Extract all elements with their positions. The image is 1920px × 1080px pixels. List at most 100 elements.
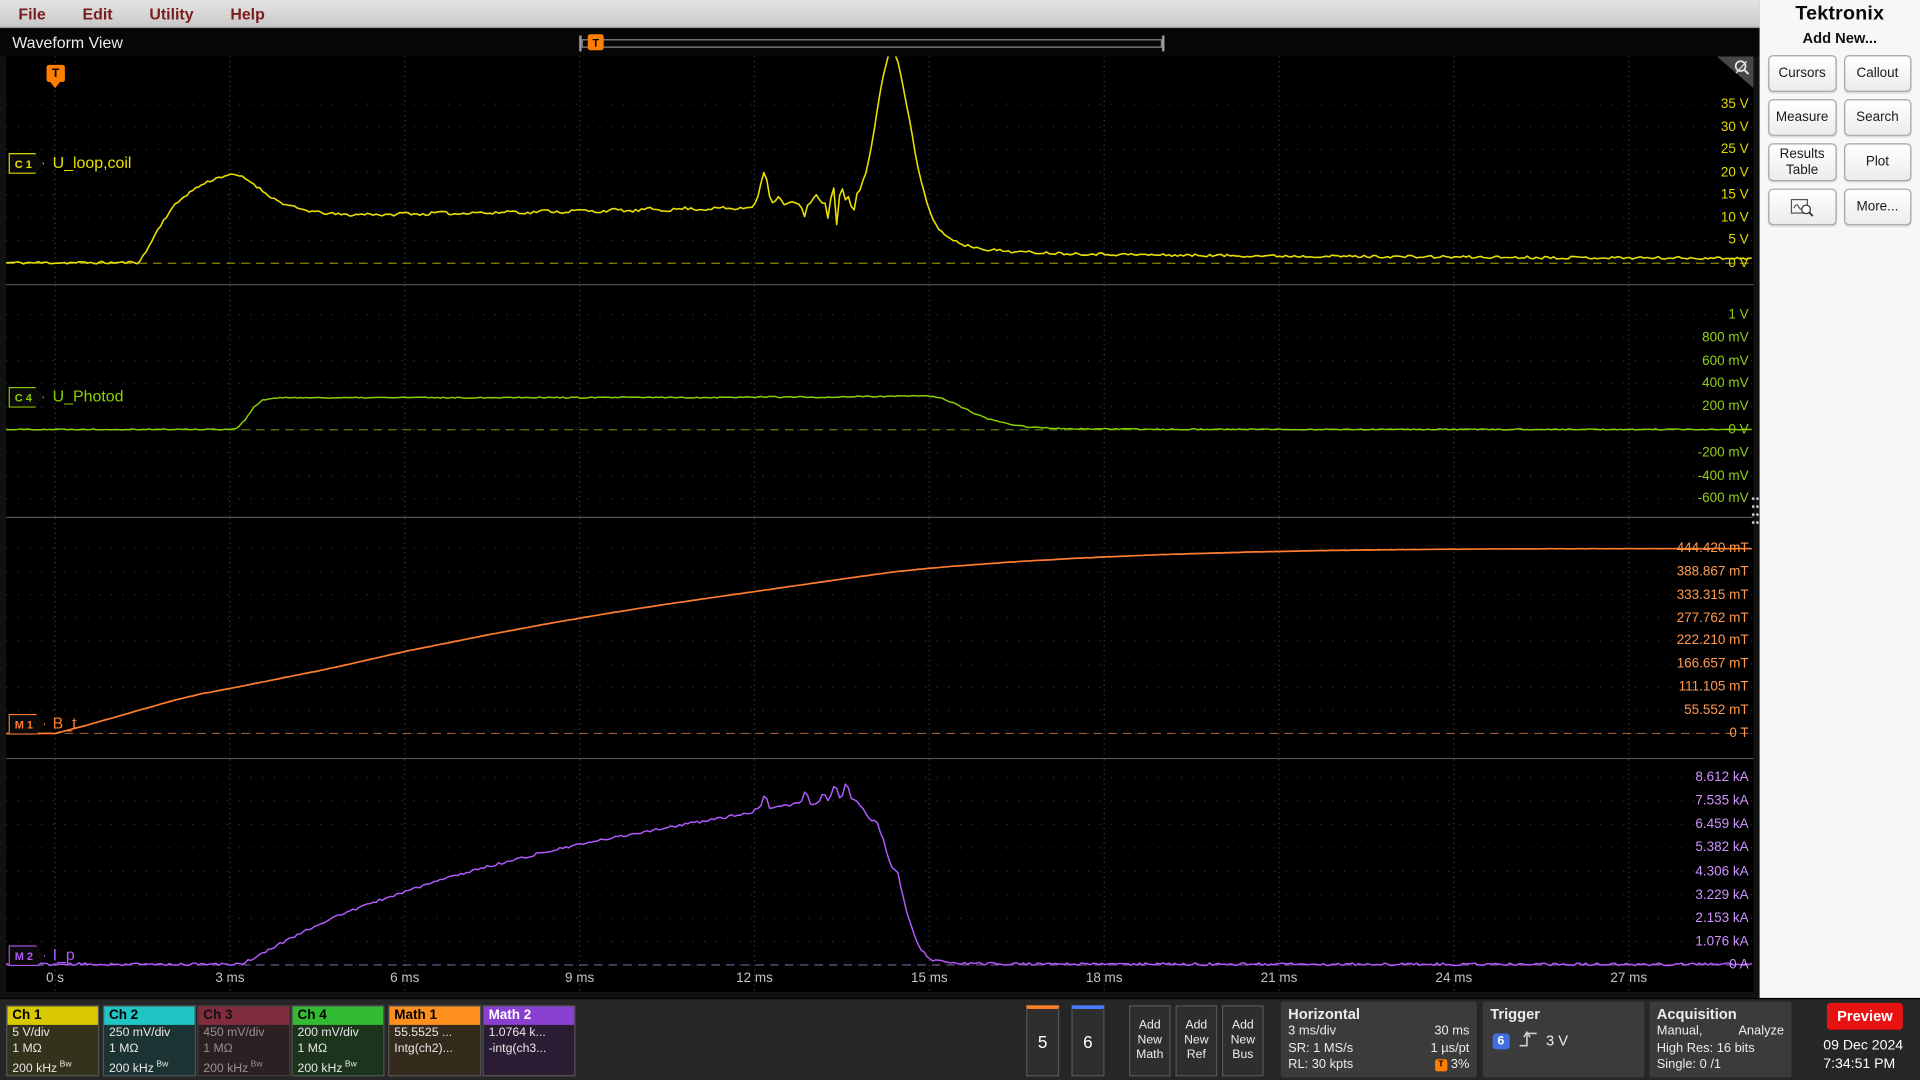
badge-bandwidth: 200 kHz Bw: [12, 1060, 72, 1076]
badge-bandwidth: 200 kHz Bw: [297, 1060, 357, 1076]
scale-tick-m1: 55.552 mT: [1684, 702, 1749, 718]
add-new-math[interactable]: Add New Math: [1128, 1005, 1171, 1077]
scale-tick-ch4: 200 mV: [1702, 399, 1749, 415]
trace-label-m2: I_p: [52, 945, 75, 964]
record-view-track: [581, 39, 1163, 48]
trace-label-ch1: U_loop,coil: [52, 153, 132, 172]
sidebar-button-plot[interactable]: Plot: [1843, 143, 1912, 182]
scale-tick-ch4: 600 mV: [1702, 353, 1749, 369]
scale-tick-m2: 6.459 kA: [1695, 817, 1749, 832]
scale-tick-m2: 4.306 kA: [1695, 863, 1749, 879]
sidebar-button-more[interactable]: More...: [1843, 188, 1912, 226]
date-label: 09 Dec 2024: [1823, 1038, 1904, 1054]
scale-tick-ch1: 35 V: [1720, 96, 1749, 112]
badge-ch-1[interactable]: Ch 15 V/div 1 MΩ 200 kHz Bw: [6, 1005, 100, 1077]
graticule-ch4: [6, 285, 1754, 517]
trigger-source-badge: 6: [1492, 1032, 1510, 1049]
waveform-slice-ch4[interactable]: 1 V 800 mV 600 mV 400 mV 200 mV 0 V -200 mV -40…: [6, 285, 1754, 518]
settings-bar: Horizontal 3 ms/div 30 ms SR: 1 MS/s 1 µs/p…: [0, 997, 1920, 1080]
menu-help[interactable]: Help: [230, 4, 264, 22]
scale-tick-ch4: 400 mV: [1702, 376, 1749, 392]
scale-tick-m1: 333.315 mT: [1676, 587, 1749, 603]
waveform-plot[interactable]: 35 V 30 V 25 V 20 V 15 V 10 V5 V0 VC 1 U_loop,…: [6, 56, 1754, 992]
right-sidebar: Tektronix Add New... Cursors Callout Measu…: [1759, 0, 1920, 998]
scale-tick-ch4: -200 mV: [1697, 445, 1749, 461]
scale-tick-m1: 277.762 mT: [1676, 610, 1749, 626]
horizontal-title: Horizontal: [1288, 1005, 1361, 1023]
badge-ch-4[interactable]: Ch 4 200 mV/div 1 MΩ 200 kHz Bw: [291, 1005, 385, 1077]
badge-line: 1 MΩ: [297, 1042, 328, 1056]
menu-utility[interactable]: Utility: [149, 4, 193, 22]
scale-tick-ch1: 30 V: [1720, 119, 1749, 135]
scale-tick-ch1: 0 V: [1728, 255, 1749, 271]
badge-math-1[interactable]: Math 1 55.5525 ... Intg(ch2)...: [388, 1005, 482, 1077]
badge-line: 450 mV/div: [203, 1026, 265, 1040]
sidebar-button-measure[interactable]: Measure: [1768, 99, 1837, 136]
trigger-level: 3 V: [1545, 1032, 1569, 1050]
record-trigger-marker[interactable]: T: [587, 34, 604, 51]
waveform-slice-ch1[interactable]: 35 V 30 V 25 V 20 V 15 V 10 V5 V0 VC 1 U_loop,…: [6, 56, 1754, 286]
scale-tick-ch4: 1 V: [1728, 307, 1749, 323]
record-view-scrollbar[interactable]: T: [579, 34, 1165, 52]
scale-tick-m2: 0 A: [1729, 957, 1749, 973]
acquisition-mode: Manual,: [1656, 1023, 1703, 1039]
scale-tick-ch1: 5 V: [1728, 233, 1749, 248]
sidebar-button-plot-zoom[interactable]: [1768, 188, 1837, 226]
badge-line: 1.0764 k...: [488, 1026, 546, 1040]
menu-file[interactable]: File: [18, 4, 45, 22]
badge-header-ch-4: Ch 4: [292, 1006, 384, 1025]
add-new-heading: Add New...: [1802, 29, 1878, 47]
sidebar-button-search[interactable]: Search: [1843, 99, 1912, 136]
view-title: Waveform View: [12, 33, 123, 52]
graticule-m1: [6, 517, 1754, 758]
badge-line: 250 mV/div: [108, 1026, 171, 1040]
sidebar-button-results-table[interactable]: Results Table: [1768, 143, 1837, 182]
acquisition-single: Single: 0 /1: [1656, 1056, 1722, 1072]
trigger-title: Trigger: [1490, 1005, 1541, 1023]
scale-tick-ch1: 15 V: [1720, 187, 1749, 203]
trigger-settings-row: 6 3 V: [1483, 1024, 1645, 1052]
badge-line: 1 MΩ: [203, 1042, 233, 1056]
badge-ch-3[interactable]: Ch 3 450 mV/div 1 MΩ 200 kHz Bw: [197, 1005, 291, 1077]
scale-tick-m1: 166.657 mT: [1676, 656, 1749, 672]
scale-tick-m2: 1.076 kA: [1695, 934, 1749, 949]
badge-bandwidth: 200 kHz Bw: [203, 1060, 263, 1076]
add-new-ref[interactable]: Add New Ref: [1175, 1005, 1218, 1077]
scale-tick-ch4: 800 mV: [1702, 330, 1749, 346]
datetime: 09 Dec 2024 7:34:51 PM: [1823, 1037, 1911, 1074]
channel-6-button[interactable]: 6: [1071, 1005, 1105, 1077]
scale-tick-m2: 2.153 kA: [1695, 910, 1749, 926]
trace-m2: [6, 783, 1753, 967]
badge-line: 1 MΩ: [12, 1042, 42, 1056]
oscilloscope-app: File Edit Utility Help Waveform View T 35 V…: [0, 0, 1920, 1080]
scale-tick-m1: 0 T: [1729, 726, 1749, 741]
trigger-position-icon: T: [1434, 1058, 1448, 1072]
preview-button[interactable]: Preview: [1826, 1002, 1903, 1030]
trigger-position-flag[interactable]: T: [46, 64, 65, 89]
trace-ch4: [6, 394, 1752, 431]
horizontal-panel[interactable]: Horizontal 3 ms/div 30 ms SR: 1 MS/s 1 µs/p…: [1280, 1001, 1477, 1078]
scale-tick-ch1: 10 V: [1720, 210, 1749, 226]
tektronix-logo: Tektronix: [1795, 3, 1885, 25]
sidebar-button-grid: Cursors Callout Measure Search Results Table…: [1760, 55, 1920, 226]
scale-tick-ch1: 20 V: [1720, 164, 1749, 180]
acquisition-panel[interactable]: Acquisition Manual, Analyze High Res: 16…: [1649, 1001, 1792, 1078]
scale-tick-m1: 111.105 mT: [1678, 679, 1749, 695]
scale-tick-ch4: -600 mV: [1697, 491, 1749, 507]
waveform-view-header: Waveform View T: [0, 28, 1760, 57]
sidebar-button-callout[interactable]: Callout: [1843, 55, 1912, 92]
badge-math-2[interactable]: Math 2 1.0764 k... -intg(ch3...: [482, 1005, 576, 1077]
waveform-slice-m1[interactable]: 444.420 mT 388.867 mT 333.315 mT 277.762 mT…: [6, 517, 1754, 760]
badge-line: 5 V/div: [12, 1026, 50, 1040]
add-new-bus[interactable]: Add New Bus: [1222, 1005, 1264, 1077]
badge-ch-2[interactable]: Ch 2 250 mV/div 1 MΩ 200 kHz Bw: [102, 1005, 196, 1077]
plot-zoom-icon: [1790, 198, 1814, 217]
menu-edit[interactable]: Edit: [83, 4, 113, 22]
waveform-slice-m2[interactable]: 8.612 kA 7.535 kA 6.459 kA 5.382 kA 4.306 kA…: [6, 759, 1754, 992]
scale-tick-m1: 388.867 mT: [1676, 564, 1749, 580]
sidebar-button-cursors[interactable]: Cursors: [1768, 55, 1837, 92]
channel-5-button[interactable]: 5: [1026, 1005, 1060, 1077]
badge-header-math-2: Math 2: [483, 1006, 575, 1025]
trigger-panel[interactable]: Trigger 6 3 V: [1482, 1001, 1645, 1078]
panel-resize-handle[interactable]: [1751, 494, 1760, 527]
